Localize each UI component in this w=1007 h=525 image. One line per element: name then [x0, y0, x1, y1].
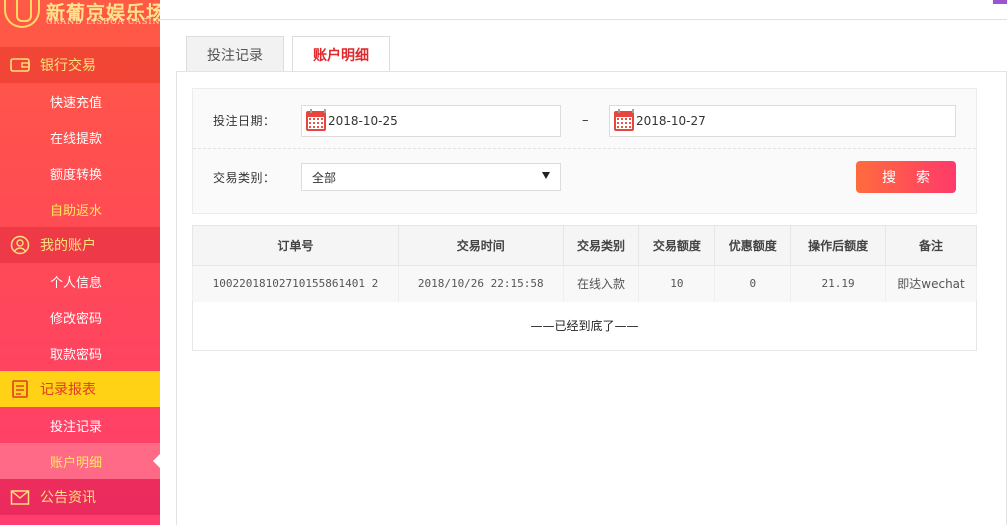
main-content: 投注记录 账户明细 投注日期： 2018-10-25 – 2018-10-27 … [176, 20, 1007, 525]
tab-account-details[interactable]: 账户明细 [292, 36, 390, 73]
date-separator: – [582, 113, 589, 128]
column-header[interactable]: 订单号 [192, 225, 399, 266]
tab-bet-records[interactable]: 投注记录 [186, 36, 284, 72]
balance-after-cell: 21.19 [790, 265, 887, 302]
wallet-icon [10, 55, 30, 75]
column-header[interactable]: 交易类别 [562, 225, 640, 266]
calendar-icon[interactable] [614, 108, 634, 131]
sidebar-item-rebate[interactable]: 自助返水 [0, 191, 160, 227]
end-of-list-note: ——已经到底了—— [192, 301, 977, 351]
transaction-type-cell: 在线入款 [562, 265, 640, 302]
menu-group-announcements[interactable]: 公告资讯 [0, 479, 160, 515]
envelope-icon [10, 487, 30, 507]
bonus-cell: 0 [714, 265, 792, 302]
date-from-value: 2018-10-25 [328, 113, 398, 128]
date-label: 投注日期： [213, 114, 276, 128]
date-to-input[interactable]: 2018-10-27 [609, 104, 956, 137]
menu-group-label: 我的账户 [40, 238, 96, 254]
sidebar-item-profile[interactable]: 个人信息 [0, 263, 160, 299]
filter-form: 投注日期： 2018-10-25 – 2018-10-27 交易类别： 全部 搜… [192, 88, 977, 214]
chevron-down-icon [542, 172, 550, 179]
records-table: 订单号 交易时间 交易类别 交易额度 优惠额度 操作后额度 备注 1002201… [192, 225, 977, 302]
sidebar-item-transfer[interactable]: 额度转换 [0, 155, 160, 191]
search-button[interactable]: 搜索 [856, 161, 956, 193]
column-header[interactable]: 交易时间 [397, 225, 564, 266]
sidebar-item-withdraw-password[interactable]: 取款密码 [0, 335, 160, 371]
top-bar [160, 0, 1007, 20]
column-header[interactable]: 备注 [885, 225, 977, 266]
remark-cell: 即达wechat [885, 265, 977, 302]
report-icon [10, 379, 30, 399]
column-header[interactable]: 优惠额度 [714, 225, 792, 266]
type-label: 交易类别： [213, 170, 276, 185]
logo-subtitle: GRAND LISBOA CASINO [46, 17, 160, 26]
logo-icon [4, 0, 40, 28]
menu-group-label: 公告资讯 [40, 490, 96, 506]
menu-group-banking[interactable]: 银行交易 [0, 47, 160, 83]
sidebar-item-change-password[interactable]: 修改密码 [0, 299, 160, 335]
sidebar-item-quick-deposit[interactable]: 快速充值 [0, 83, 160, 119]
tab-bar: 投注记录 账户明细 [186, 36, 398, 73]
records-panel: 投注日期： 2018-10-25 – 2018-10-27 交易类别： 全部 搜… [176, 71, 1007, 525]
sidebar-item-bet-records[interactable]: 投注记录 [0, 407, 160, 443]
sidebar: 新葡京娱乐场 GRAND LISBOA CASINO 银行交易 快速充值 在线提… [0, 0, 160, 525]
table-row[interactable]: 10022018102710155861401 2 2018/10/26 22:… [192, 265, 977, 302]
menu-group-label: 记录报表 [40, 382, 96, 398]
sidebar-item-account-details[interactable]: 账户明细 [0, 443, 160, 479]
table-header-row: 订单号 交易时间 交易类别 交易额度 优惠额度 操作后额度 备注 [192, 225, 977, 266]
top-bar-indicator [993, 0, 1007, 4]
column-header[interactable]: 操作后额度 [790, 225, 887, 266]
order-number-cell: 10022018102710155861401 2 [192, 265, 399, 302]
type-select[interactable]: 全部 [301, 163, 561, 191]
menu-group-label: 银行交易 [40, 58, 96, 74]
calendar-icon[interactable] [306, 108, 326, 131]
type-select-value: 全部 [312, 170, 337, 185]
sidebar-item-online-withdraw[interactable]: 在线提款 [0, 119, 160, 155]
column-header[interactable]: 交易额度 [638, 225, 716, 266]
menu-group-account[interactable]: 我的账户 [0, 227, 160, 263]
date-row: 投注日期： 2018-10-25 – 2018-10-27 [193, 93, 976, 149]
date-from-input[interactable]: 2018-10-25 [301, 104, 561, 137]
transaction-time-cell: 2018/10/26 22:15:58 [397, 265, 564, 302]
date-to-value: 2018-10-27 [636, 113, 706, 128]
type-row: 交易类别： 全部 搜索 [193, 149, 976, 205]
menu-group-reports[interactable]: 记录报表 [0, 371, 160, 407]
user-icon [10, 235, 30, 255]
amount-cell: 10 [638, 265, 716, 302]
brand-logo[interactable]: 新葡京娱乐场 GRAND LISBOA CASINO [0, 0, 160, 47]
